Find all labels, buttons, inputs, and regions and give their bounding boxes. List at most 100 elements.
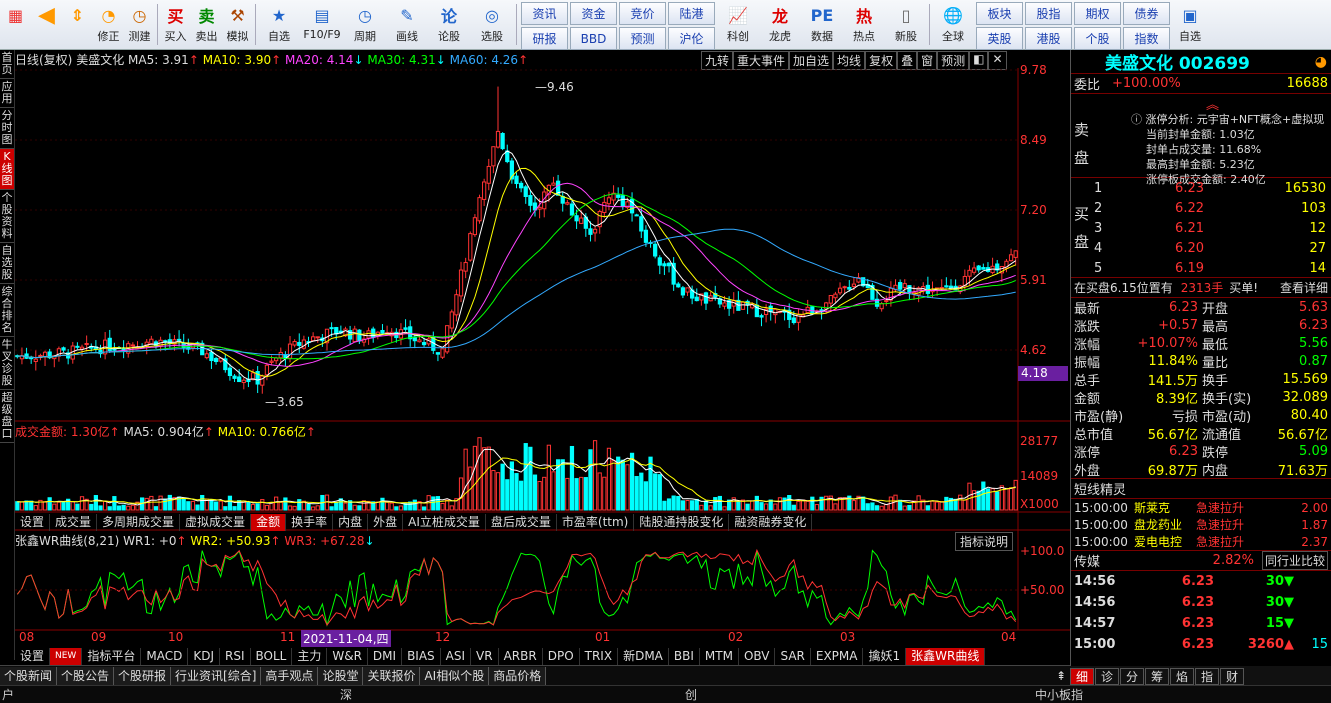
- rtab-index[interactable]: 指: [1195, 667, 1219, 685]
- data-button[interactable]: PE 数据: [801, 0, 843, 49]
- bid-row[interactable]: 4 6.20 27: [1091, 238, 1329, 258]
- collapse-up-icon[interactable]: ⇞: [1052, 667, 1070, 685]
- itab-boll[interactable]: BOLL: [251, 647, 293, 665]
- indicator-help-button[interactable]: 指标说明: [955, 532, 1014, 551]
- itab-qinyao[interactable]: 擒妖1: [863, 647, 907, 665]
- bonds-button[interactable]: 债券: [1123, 2, 1170, 25]
- short-term-row[interactable]: 15:00:00 爱电电控 急速拉升 2.37: [1071, 533, 1331, 550]
- btab-expert[interactable]: 高手观点: [261, 666, 319, 685]
- view-detail-link[interactable]: 查看详细: [1280, 279, 1328, 296]
- vtab-northbound[interactable]: 陆股通持股变化: [634, 513, 730, 531]
- back-arrow-icon[interactable]: ◀: [31, 0, 62, 49]
- vtab-volume[interactable]: 成交量: [50, 513, 98, 531]
- up-down-icon[interactable]: ⇕: [62, 0, 93, 49]
- bbd-button[interactable]: BBD: [570, 27, 617, 50]
- auction-button[interactable]: 竞价: [619, 2, 666, 25]
- tab-apps[interactable]: 应用: [0, 79, 14, 108]
- btab-research[interactable]: 个股研报: [114, 666, 172, 685]
- buy-button[interactable]: 买买入: [160, 0, 191, 49]
- rtab-split[interactable]: 分: [1120, 667, 1144, 685]
- btab-ai-similar[interactable]: AI相似个股: [420, 666, 490, 685]
- news-button[interactable]: 资讯: [521, 2, 568, 25]
- fix-button[interactable]: ◔ 修正: [93, 0, 124, 49]
- btab-related[interactable]: 关联报价: [363, 666, 421, 685]
- simulate-button[interactable]: ⚒ 模拟: [222, 0, 253, 49]
- period-button[interactable]: ◷ 周期: [344, 0, 386, 49]
- btab-industry[interactable]: 行业资讯[综合]: [171, 666, 262, 685]
- sell-button[interactable]: 卖卖出: [191, 0, 222, 49]
- itab-macd[interactable]: MACD: [141, 647, 189, 665]
- hot-button[interactable]: 热热点: [843, 0, 885, 49]
- rtab-chips[interactable]: 筹: [1145, 667, 1169, 685]
- vtab-turnover[interactable]: 换手率: [286, 513, 334, 531]
- dragon-tiger-button[interactable]: 龙龙虎: [759, 0, 801, 49]
- vtab-ai[interactable]: AI立桩成交量: [403, 513, 486, 531]
- f10-button[interactable]: ▤ F10/F9: [300, 0, 344, 49]
- discuss-button[interactable]: 论论股: [428, 0, 470, 49]
- itab-zhangxin-wr[interactable]: 张鑫WR曲线: [906, 647, 986, 665]
- vtab-pe[interactable]: 市盈率(ttm): [557, 513, 635, 531]
- vtab-multi-period[interactable]: 多周期成交量: [97, 513, 181, 531]
- itab-vr[interactable]: VR: [471, 647, 499, 665]
- itab-sar[interactable]: SAR: [775, 647, 811, 665]
- rtab-detail[interactable]: 细: [1070, 667, 1094, 685]
- uk-stocks-button[interactable]: 英股: [976, 27, 1023, 50]
- rtab-flame[interactable]: 焰: [1170, 667, 1194, 685]
- sh-london-button[interactable]: 沪伦: [668, 27, 715, 50]
- rtab-finance[interactable]: 财: [1220, 667, 1244, 685]
- options-button[interactable]: 期权: [1074, 2, 1121, 25]
- pie-icon[interactable]: ◕: [1315, 54, 1327, 70]
- vtab-margin[interactable]: 融资融券变化: [729, 513, 813, 531]
- forecast-button[interactable]: 预测: [619, 27, 666, 50]
- itab-bias[interactable]: BIAS: [402, 647, 441, 665]
- btab-news[interactable]: 个股新闻: [0, 666, 58, 685]
- itab-wr[interactable]: W&R: [327, 647, 368, 665]
- itab-trix[interactable]: TRIX: [580, 647, 619, 665]
- itab-bbi[interactable]: BBI: [669, 647, 700, 665]
- grid-icon[interactable]: ▦: [0, 0, 31, 49]
- tab-super-tape[interactable]: 超级盘口: [0, 390, 14, 443]
- itab-settings[interactable]: 设置: [15, 647, 51, 665]
- vtab-amount[interactable]: 金额: [251, 513, 287, 531]
- bid-row[interactable]: 3 6.21 12: [1091, 218, 1329, 238]
- self-select-button[interactable]: ▣ 自选: [1172, 0, 1208, 49]
- btab-forum[interactable]: 论股堂: [318, 666, 364, 685]
- vtab-virtual[interactable]: 虚拟成交量: [180, 513, 252, 531]
- industry-compare-button[interactable]: 同行业比较: [1261, 551, 1328, 570]
- tab-ranking[interactable]: 综合排名: [0, 284, 14, 337]
- rtab-diagnose[interactable]: 诊: [1095, 667, 1119, 685]
- indices-button[interactable]: 指数: [1123, 27, 1170, 50]
- btab-commodity[interactable]: 商品价格: [489, 666, 547, 685]
- tab-watchlist[interactable]: 自选股: [0, 243, 14, 284]
- kline-chart-svg[interactable]: [15, 50, 1070, 662]
- tab-kline[interactable]: K线图: [0, 149, 14, 190]
- draw-button[interactable]: ✎ 画线: [386, 0, 428, 49]
- hk-connect-button[interactable]: 陆港: [668, 2, 715, 25]
- itab-dmi[interactable]: DMI: [368, 647, 403, 665]
- itab-obv[interactable]: OBV: [739, 647, 776, 665]
- itab-rsi[interactable]: RSI: [220, 647, 251, 665]
- watchlist-button[interactable]: ★ 自选: [258, 0, 300, 49]
- btab-announcement[interactable]: 个股公告: [57, 666, 115, 685]
- itab-kdj[interactable]: KDJ: [188, 647, 220, 665]
- vtab-after-hours[interactable]: 盘后成交量: [486, 513, 557, 531]
- bid-row[interactable]: 2 6.22 103: [1091, 198, 1329, 218]
- itab-main-force[interactable]: 主力: [292, 647, 328, 665]
- bid-row[interactable]: 5 6.19 14: [1091, 258, 1329, 278]
- pick-stock-button[interactable]: ◎ 选股: [470, 0, 514, 49]
- vtab-outer[interactable]: 外盘: [368, 513, 404, 531]
- itab-newdma[interactable]: 新DMA: [618, 647, 669, 665]
- bid-row[interactable]: 1 6.23 16530: [1091, 178, 1329, 198]
- tab-home[interactable]: 首页: [0, 50, 14, 79]
- itab-mtm[interactable]: MTM: [700, 647, 739, 665]
- stocks-button[interactable]: 个股: [1074, 27, 1121, 50]
- sector-button[interactable]: 板块: [976, 2, 1023, 25]
- sector-name[interactable]: 传媒: [1074, 551, 1100, 570]
- itab-dpo[interactable]: DPO: [543, 647, 580, 665]
- collapse-chevron-icon[interactable]: ︽: [1206, 94, 1219, 113]
- short-term-row[interactable]: 15:00:00 盘龙药业 急速拉升 1.87: [1071, 516, 1331, 533]
- zt-line[interactable]: 涨停分析: 元宇宙+NFT概念+虚拟现: [1146, 113, 1325, 126]
- itab-arbr[interactable]: ARBR: [499, 647, 543, 665]
- test-button[interactable]: ◷ 测建: [124, 0, 155, 49]
- new-stock-button[interactable]: ▯ 新股: [885, 0, 927, 49]
